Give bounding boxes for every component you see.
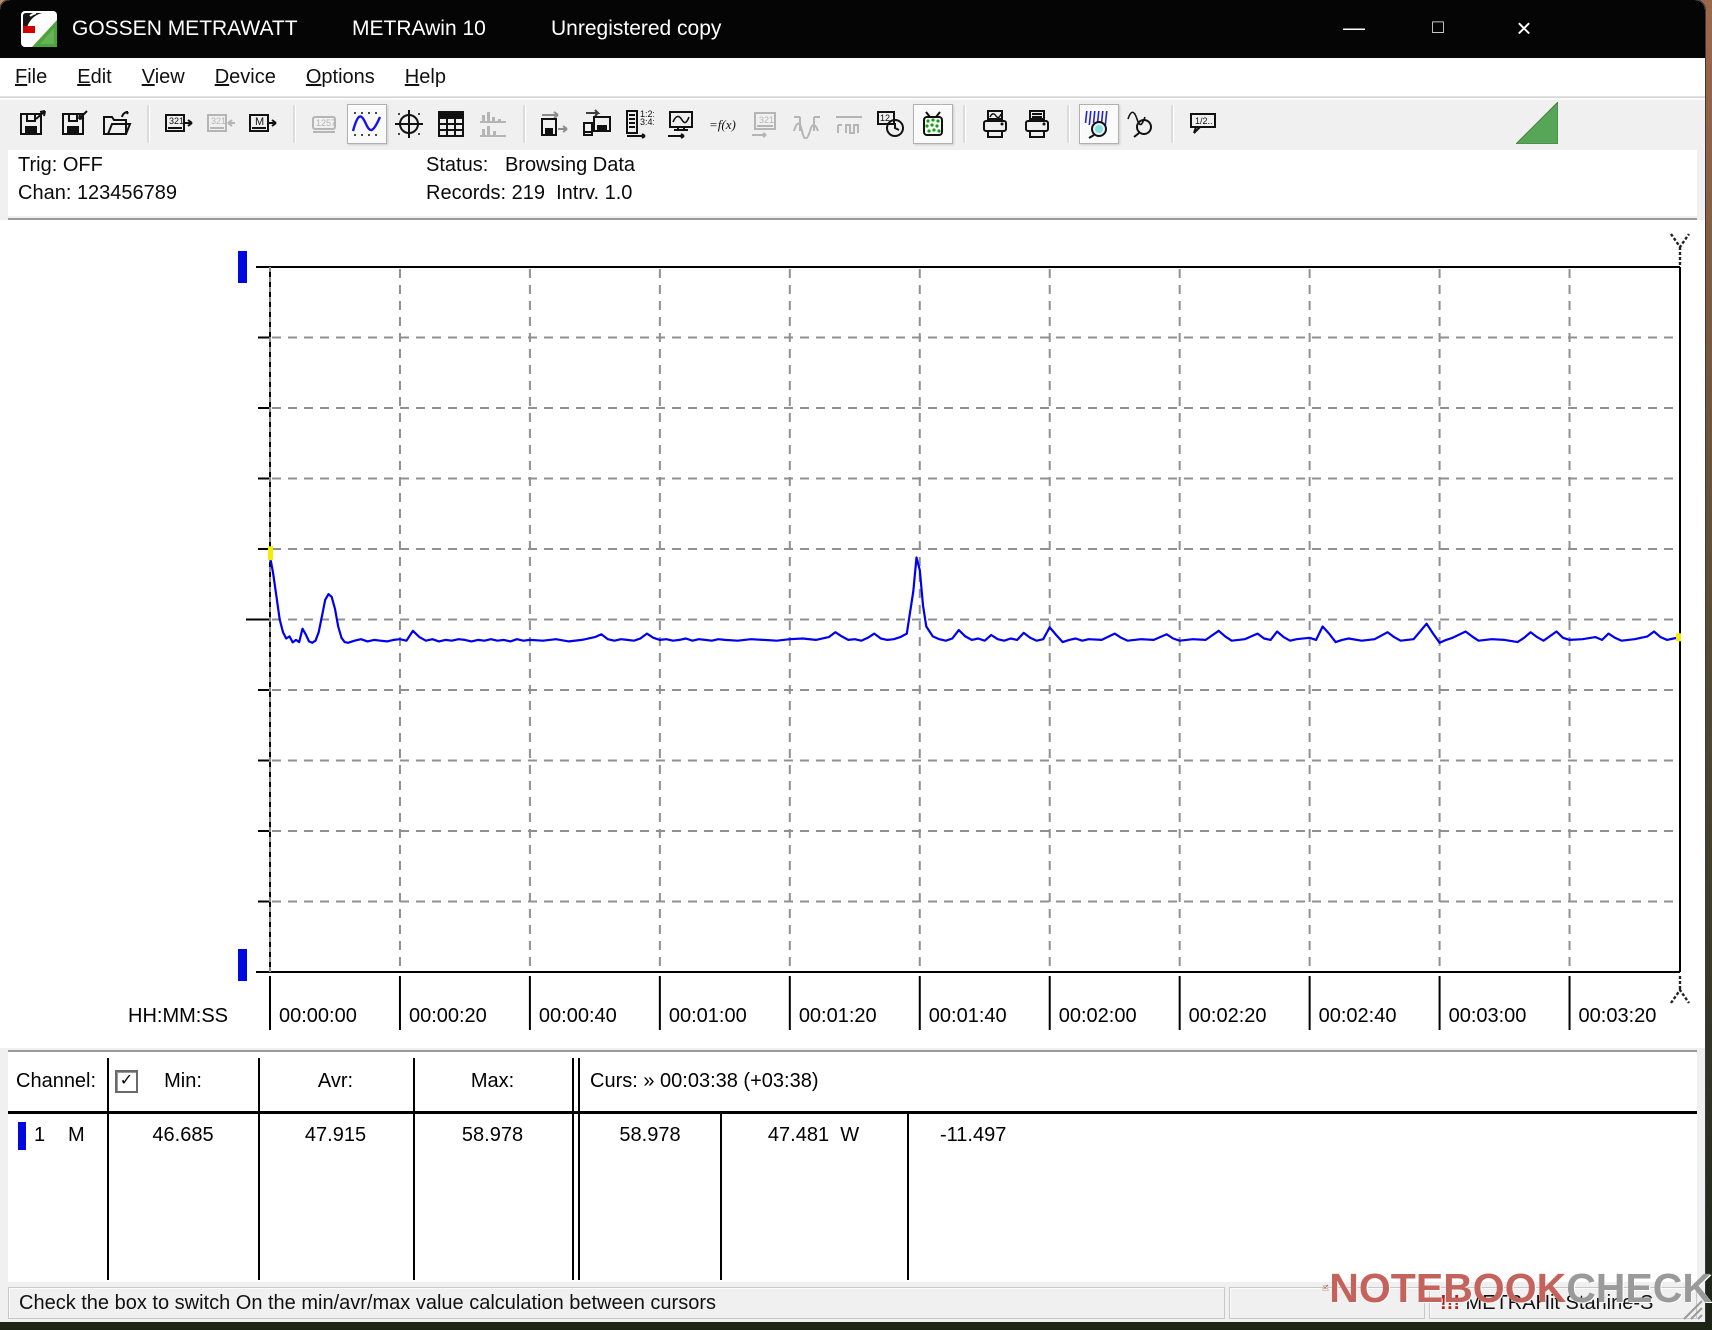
table-divider (578, 1058, 580, 1280)
cell-channel-number: 1 (34, 1124, 46, 1146)
cell-cursor2-value: 47.481 W (767, 1124, 860, 1146)
metrawin-window: GOSSEN METRAWATT METRAwin 10 Unregistere… (0, 0, 1705, 1322)
svg-text:00:02:00: 00:02:00 (1059, 1005, 1137, 1027)
col-header-channel: Channel: (16, 1070, 97, 1092)
device-alert-text: !!! (1440, 1292, 1460, 1314)
svg-text:00:00:40: 00:00:40 (539, 1005, 617, 1027)
svg-text:00:01:20: 00:01:20 (799, 1005, 877, 1027)
table-divider (907, 1114, 909, 1280)
cell-avr: 47.915 (304, 1124, 367, 1146)
desktop-background: GOSSEN METRAWATT METRAwin 10 Unregistere… (0, 0, 1712, 1330)
cell-difference: -11.497 (940, 1124, 1007, 1146)
chart-panel: 100 W 0 W 00:00:0000:00:2000:00:4000:01:… (0, 218, 1705, 1048)
statusbar-hint: Check the box to switch On the min/avr/m… (8, 1287, 1225, 1319)
svg-text:00:02:20: 00:02:20 (1189, 1005, 1267, 1027)
cell-min: 46.685 (152, 1124, 214, 1146)
cell-channel-unit: M (68, 1124, 85, 1146)
device-name-text: METRAHit Starline-S (1465, 1292, 1654, 1314)
table-header-underline (8, 1111, 1697, 1114)
svg-text:HH:MM:SS: HH:MM:SS (128, 1005, 228, 1027)
cell-cursor1-value: 58.978 (619, 1124, 681, 1146)
cursor-stats-table: Channel: ✓ Min: Avr: Max: Curs: » 00:03:… (8, 1050, 1697, 1282)
svg-text:00:01:40: 00:01:40 (929, 1005, 1007, 1027)
cell-max: 58.978 (461, 1124, 524, 1146)
statusbar-empty-panel (1229, 1287, 1425, 1319)
channel-color-marker (18, 1122, 26, 1150)
desktop-edge-strip (0, 1322, 1712, 1330)
svg-text:00:02:40: 00:02:40 (1319, 1005, 1397, 1027)
statusbar-device-panel: !!! METRAHit Starline-S (1429, 1287, 1697, 1319)
table-divider (572, 1058, 574, 1280)
svg-text:00:00:20: 00:00:20 (409, 1005, 487, 1027)
status-bar: Check the box to switch On the min/avr/m… (0, 1284, 1705, 1322)
resize-grip[interactable] (1681, 1298, 1703, 1320)
power-chart[interactable]: 00:00:00 00:00:20 00:00:40 00:01:00 00:01:20… (0, 2, 1705, 1048)
svg-text:00:01:00: 00:01:00 (669, 1005, 747, 1027)
col-header-min: Min: (164, 1070, 202, 1092)
svg-text:00:03:20: 00:03:20 (1579, 1005, 1657, 1027)
col-header-cursor: Curs: » 00:03:38 (+03:38) (590, 1070, 819, 1092)
svg-text:00:00:00: 00:00:00 (279, 1005, 357, 1027)
col-header-max: Max: (470, 1070, 515, 1092)
col-header-avr: Avr: (317, 1070, 354, 1092)
svg-text:00:03:00: 00:03:00 (1449, 1005, 1527, 1027)
